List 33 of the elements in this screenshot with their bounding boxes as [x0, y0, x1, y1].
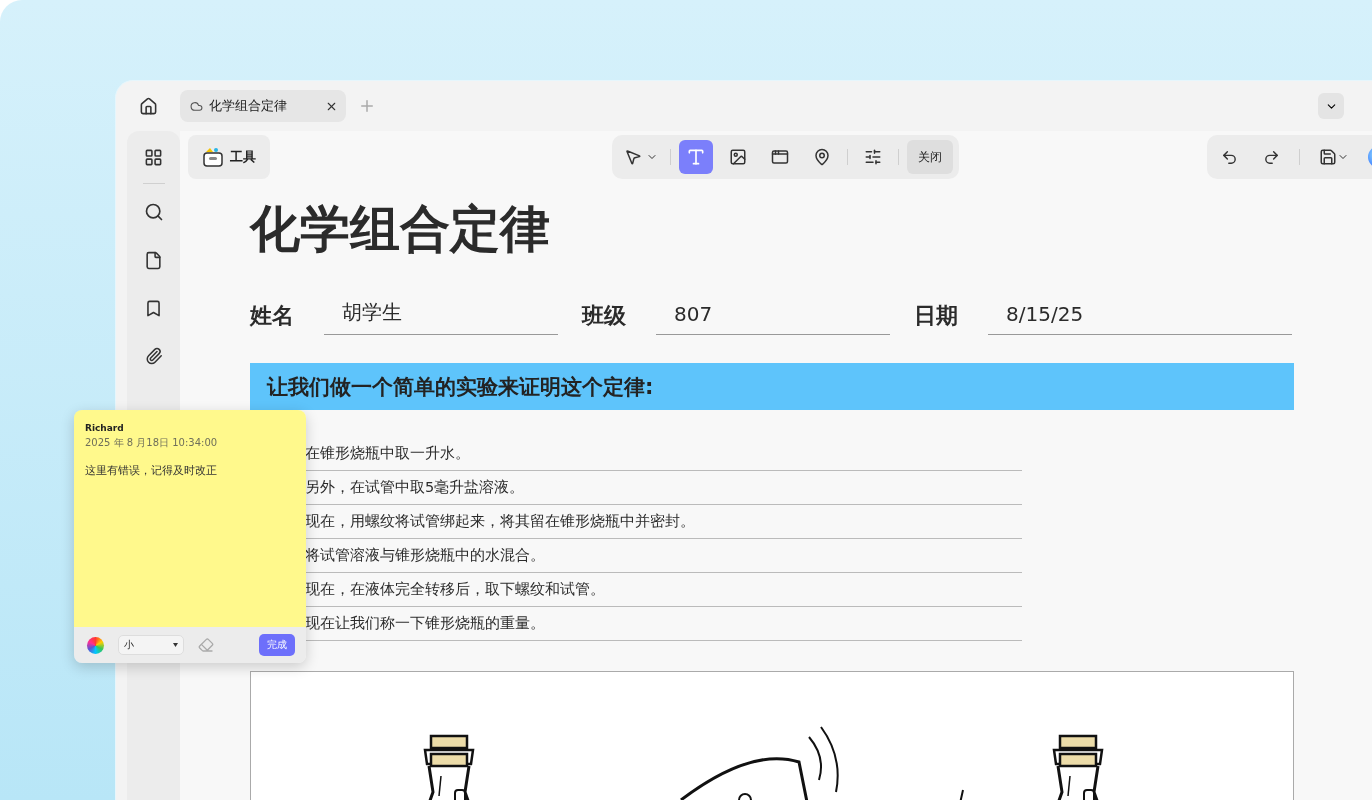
search-icon	[143, 202, 164, 222]
field-label: 日期	[914, 302, 958, 330]
toolbox-icon	[202, 146, 224, 168]
paperclip-icon	[144, 347, 163, 365]
cloud-icon	[190, 99, 203, 113]
pointer-icon	[624, 148, 642, 166]
size-select[interactable]: 小	[118, 635, 184, 655]
save-icon	[1319, 148, 1337, 166]
image-icon	[729, 148, 747, 166]
pin-icon	[813, 148, 831, 166]
document-tab[interactable]: 化学组合定律	[180, 90, 346, 122]
close-button[interactable]: 关闭	[907, 140, 953, 174]
done-button[interactable]: 完成	[259, 634, 295, 656]
grid-icon	[144, 147, 163, 167]
undo-icon	[1220, 148, 1238, 166]
fill-in-line[interactable]: 807	[656, 302, 890, 335]
fill-in-line[interactable]: 胡学生	[324, 299, 558, 335]
bookmark-icon	[144, 298, 163, 318]
fill-in-line[interactable]: 8/15/25	[988, 302, 1292, 335]
document-title: 化学组合定律	[250, 199, 551, 259]
color-picker[interactable]	[87, 636, 104, 654]
page-icon	[144, 250, 163, 270]
caret-icon	[173, 643, 178, 647]
note-timestamp: 2025 年 8 月18日 10:34:00	[85, 436, 219, 450]
text-icon	[686, 147, 706, 167]
text-tool[interactable]	[679, 140, 713, 174]
field-label: 姓名	[250, 302, 294, 330]
section-heading: 让我们做一个简单的实验来证明这个定律:	[250, 363, 1294, 410]
tools-button[interactable]: 工具	[188, 135, 270, 179]
field-label: 班级	[582, 302, 626, 330]
redo-icon	[1262, 148, 1280, 166]
note-author: Richard	[85, 423, 125, 433]
sliders-icon	[864, 148, 882, 166]
